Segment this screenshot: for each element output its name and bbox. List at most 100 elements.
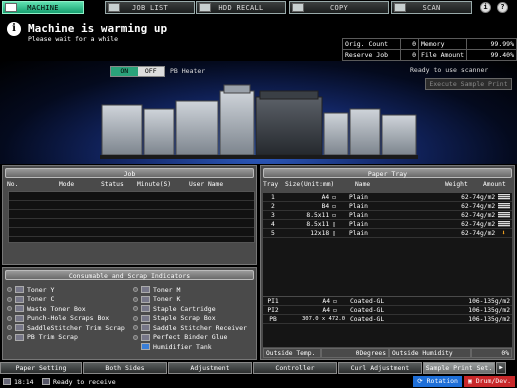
- tray-weight: 62-74g/m2: [461, 212, 496, 219]
- trim-scrap-icon: [15, 333, 24, 341]
- tray-row[interactable]: PI2 A4 ▭ Coated-GL 106-135g/m2: [263, 306, 512, 315]
- tray-row[interactable]: PI1 A4 ▭ Coated-GL 106-135g/m2: [263, 297, 512, 306]
- indicator-toner-y: Toner Y: [7, 285, 132, 295]
- outside-humidity-label: Outside Humidity: [389, 348, 471, 358]
- indicator-label: Perfect Binder Glue: [153, 333, 228, 342]
- job-column-headers: No. Mode Status Minute(S) User Name: [3, 180, 256, 189]
- scroll-right-button[interactable]: ▶: [496, 362, 506, 374]
- tray-size: 8.5x11: [306, 221, 330, 228]
- tray-row[interactable]: 4 8.5x11 ▯ Plain 62-74g/m2: [263, 220, 512, 229]
- job-list[interactable]: [8, 191, 255, 243]
- tray-row[interactable]: 5 12x18 ▯ Plain 62-74g/m2 ⬇: [263, 229, 512, 238]
- controller-button[interactable]: Controller: [253, 362, 337, 374]
- file-amount-label: File Amount: [417, 49, 468, 61]
- staple-icon: [141, 305, 150, 313]
- paper-level-icon: [497, 194, 510, 200]
- help-icon: ?: [500, 3, 505, 11]
- tray-row[interactable]: 2 B4 ▭ Plain 62-74g/m2: [263, 202, 512, 211]
- tray-col-size: Size(Unit:mm): [285, 181, 335, 188]
- job-panel: Job No. Mode Status Minute(S) User Name: [2, 165, 257, 265]
- message-area: i Machine is warming up Please wait for …: [0, 16, 341, 60]
- both-sides-button[interactable]: Both Sides: [83, 362, 167, 374]
- portrait-paper-icon: ▭: [333, 298, 337, 305]
- portrait-paper-icon: ▯: [332, 230, 336, 237]
- staple-icon: [141, 314, 150, 322]
- machine-area: ON OFF PB Heater Ready to use scanner Ex…: [0, 61, 517, 164]
- indicator-pb-trim: PB Trim Scrap: [7, 333, 132, 343]
- status-dot: [7, 325, 12, 331]
- status-text: Ready to receive: [53, 377, 116, 386]
- status-icon: [3, 378, 11, 385]
- glue-icon: [141, 333, 150, 341]
- paper-level-icon: [497, 212, 510, 218]
- paper-level-icon: [497, 203, 510, 209]
- message-subtitle: Please wait for a while: [28, 35, 119, 43]
- sample-print-set-button[interactable]: Sample Print Set.: [423, 362, 495, 374]
- status-dot: [133, 306, 138, 312]
- printer-illustration: [100, 84, 418, 159]
- tab-job-list[interactable]: JOB LIST: [105, 1, 195, 14]
- tray-col-name: Name: [355, 181, 371, 188]
- indicator-label: Toner Y: [27, 285, 55, 294]
- job-col-minute: Minute(S): [137, 181, 172, 188]
- tray-row[interactable]: 3 8.5x11 ▭ Plain 62-74g/m2: [263, 211, 512, 220]
- drum-dev-indicator: ▣ Drum/Dev.: [463, 376, 515, 387]
- curl-adjustment-button[interactable]: Curl Adjustment: [338, 362, 422, 374]
- consumables-panel: Consumable and Scrap Indicators Toner Y …: [2, 267, 257, 360]
- paper-level-icon: [497, 221, 510, 227]
- tab-scan[interactable]: SCAN: [391, 1, 472, 14]
- tray-list: 1 A4 ▭ Plain 62-74g/m2 2 B4 ▭ Plain 62-74g/m2 38…: [263, 193, 512, 296]
- indicator-toner-m: Toner M: [133, 285, 256, 295]
- tray-size: A4: [322, 298, 330, 305]
- info-button[interactable]: i: [480, 2, 491, 13]
- counter-table: Orig. Count 0 Memory 99.99% Reserve Job …: [342, 38, 517, 61]
- tray-name: Plain: [348, 203, 368, 210]
- indicator-label: Toner K: [153, 295, 181, 304]
- tab-machine[interactable]: MACHINE: [2, 1, 84, 14]
- tray-row[interactable]: PB 307.0 x 472.0 Coated-GL 106-135g/m2: [263, 315, 512, 324]
- pb-heater-toggle[interactable]: ON OFF: [110, 66, 165, 77]
- tab-copy[interactable]: COPY: [289, 1, 389, 14]
- consumables-right-list: Toner M Toner K Staple Cartridge Staple …: [133, 285, 256, 352]
- rotation-icon: ⟳: [417, 377, 427, 385]
- tray-weight: 62-74g/m2: [461, 194, 496, 201]
- outside-temp-value: 0Degrees: [321, 348, 389, 358]
- help-button[interactable]: ?: [497, 2, 508, 13]
- indicator-waste-toner-box: Waste Toner Box: [7, 304, 132, 314]
- indicator-saddle-receiver: Saddle Stitcher Receiver: [133, 323, 256, 333]
- job-panel-title: Job: [5, 168, 254, 178]
- execute-sample-print-button[interactable]: Execute Sample Print: [425, 78, 512, 90]
- status-dot: [133, 296, 138, 302]
- memory-value: 99.99%: [466, 38, 517, 50]
- job-list-icon: [108, 3, 120, 12]
- paper-setting-button[interactable]: Paper Setting: [0, 362, 82, 374]
- indicator-humidifier-tank: Humidifier Tank: [133, 342, 256, 352]
- tray-amount: ⬇: [495, 229, 512, 237]
- toggle-off[interactable]: OFF: [137, 67, 164, 76]
- tray-amount: [495, 211, 512, 219]
- consumables-left-list: Toner Y Toner C Waste Toner Box Punch-Ho…: [7, 285, 132, 342]
- tray-amount: [495, 220, 512, 228]
- indicator-label: Toner M: [153, 285, 181, 294]
- tray-size: B4: [321, 203, 330, 210]
- indicator-saddlestitcher-trim: SaddleStitcher Trim Scrap: [7, 323, 132, 333]
- consumables-title: Consumable and Scrap Indicators: [5, 270, 254, 280]
- tab-job-list-label: JOB LIST: [131, 3, 169, 12]
- top-tab-bar: MACHINE JOB LIST HDD RECALL COPY SCAN i …: [0, 0, 517, 15]
- indicator-label: Punch-Hole Scraps Box: [27, 314, 110, 323]
- toner-icon: [15, 295, 24, 303]
- message-title: Machine is warming up: [28, 22, 168, 35]
- tray-size: A4: [321, 194, 330, 201]
- toner-icon: [141, 286, 150, 294]
- toggle-on[interactable]: ON: [111, 67, 138, 76]
- paper-low-warning-icon: ⬇: [501, 229, 506, 237]
- reserve-job-label: Reserve Job: [342, 49, 401, 61]
- adjustment-button[interactable]: Adjustment: [168, 362, 252, 374]
- rotation-label: Rotation: [426, 377, 458, 385]
- tray-row[interactable]: 1 A4 ▭ Plain 62-74g/m2: [263, 193, 512, 202]
- portrait-paper-icon: ▭: [332, 203, 336, 210]
- tray-weight: 62-74g/m2: [461, 203, 496, 210]
- indicator-toner-k: Toner K: [133, 295, 256, 305]
- indicator-label: Toner C: [27, 295, 55, 304]
- tab-hdd-recall[interactable]: HDD RECALL: [196, 1, 286, 14]
